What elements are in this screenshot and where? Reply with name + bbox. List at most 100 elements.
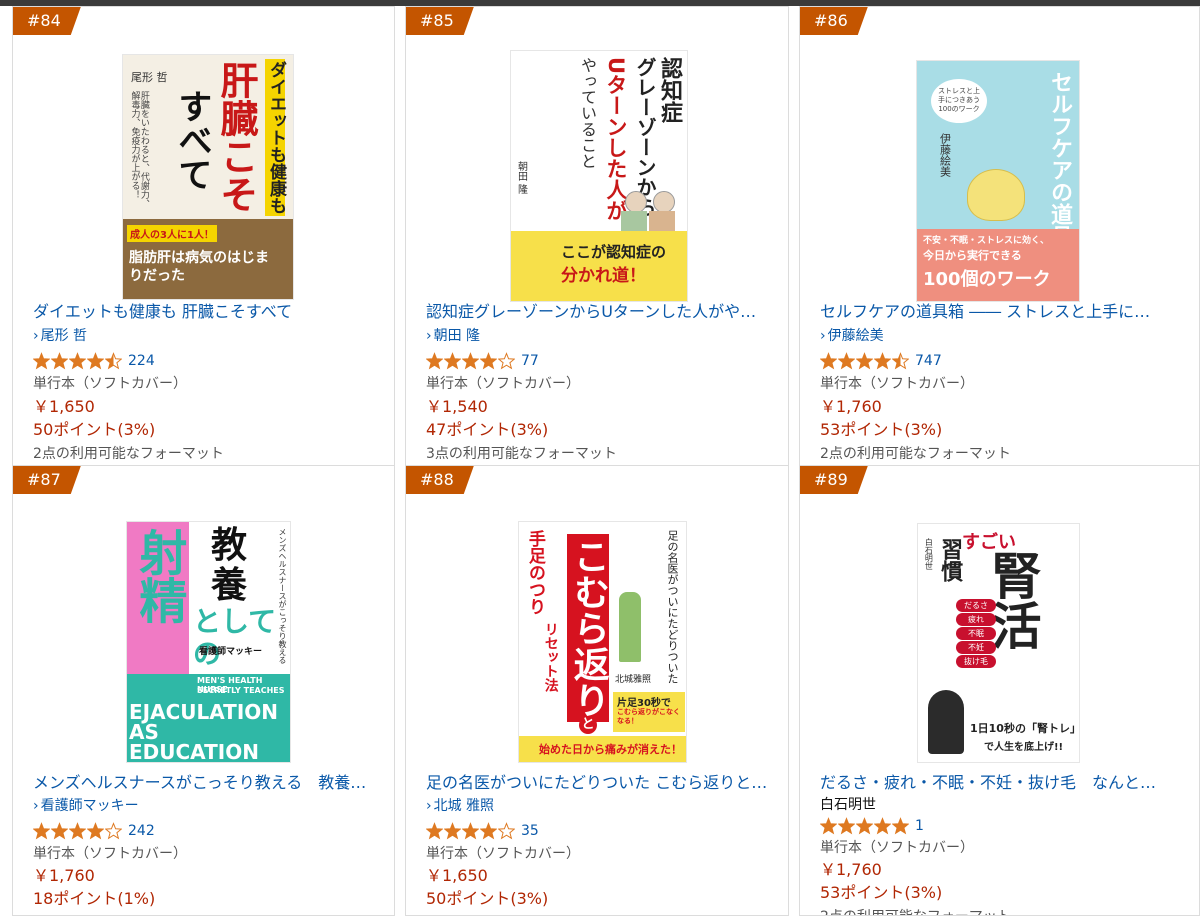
cover-author: 伊藤絵美 [938, 133, 952, 177]
cover-author: 朝田 隆 [515, 161, 527, 195]
cover-illustration [619, 592, 641, 662]
star-rating[interactable]: 77 [426, 351, 539, 371]
book-card[interactable]: #87 射精 教養 としての メンズヘルスナースがこっそり教える 看護師マッキー… [12, 465, 395, 916]
cover-bottom-b: で人生を底上げ!! [984, 742, 1064, 753]
book-card[interactable]: #85 認知症 グレーゾーンから Uターンした人が やっていること 朝田 隆 こ… [405, 6, 789, 467]
book-title-link[interactable]: 足の名医がついにたどりついた こむら返りと… [426, 772, 774, 794]
cover-en-b: SECRETLY TEACHES [197, 686, 285, 695]
author-name: 白石明世 [820, 797, 876, 813]
review-count[interactable]: 77 [521, 353, 539, 369]
book-cover[interactable]: こむら返り と 手足のつり リセット法 足の名医がついにたどりついた 北城雅照 … [519, 522, 686, 762]
book-format-link[interactable]: 単行本（ソフトカバー） [426, 374, 580, 394]
cover-author: 看護師マッキー [199, 647, 263, 657]
rank-badge: #85 [406, 7, 474, 35]
price-link[interactable]: ￥1,650 [33, 396, 95, 418]
star-icon [105, 352, 122, 370]
review-count[interactable]: 242 [128, 823, 155, 839]
cover-bottom-a: 1日10秒の「腎トレ」 [970, 722, 1079, 735]
star-icon [874, 352, 891, 370]
star-icon [874, 817, 891, 835]
cover-band-a: 成人の3人に1人！ [127, 225, 217, 242]
author-name: 伊藤絵美 [827, 328, 884, 344]
cover-band-c: 100個のワーク [923, 269, 1051, 290]
book-format-link[interactable]: 単行本（ソフトカバー） [33, 844, 187, 864]
star-icon [498, 822, 515, 840]
book-title-link[interactable]: 認知症グレーゾーンからUターンした人がや… [426, 301, 774, 323]
cover-band-a: 片足30秒で [617, 698, 671, 709]
cover-shukan: 習慣 [937, 538, 963, 582]
book-title-link[interactable]: だるさ・疲れ・不眠・不妊・抜け毛 なんと… [820, 772, 1185, 794]
cover-band-a: 不安・不眠・ストレスに効く、 [923, 236, 1050, 246]
formats-available-link[interactable]: 2点の利用可能なフォーマット [820, 907, 1011, 915]
author-name: 尾形 哲 [40, 328, 88, 344]
author-link[interactable]: › 伊藤絵美 [820, 326, 884, 346]
star-rating[interactable]: 1 [820, 816, 924, 836]
book-cover[interactable]: 尾形 哲 ダイエットも健康も 肝臓こそ すべて 肝臓をいたわると、代謝力、解毒力… [123, 55, 293, 299]
book-title-link[interactable]: メンズヘルスナースがこっそり教える 教養… [33, 772, 380, 794]
book-format-link[interactable]: 単行本（ソフトカバー） [33, 374, 187, 394]
star-rating[interactable]: 242 [33, 821, 155, 841]
review-count[interactable]: 224 [128, 353, 155, 369]
book-cover[interactable]: ストレスと上手につきあう100のワーク セルフケアの道具箱 伊藤絵美 不安・不眠… [917, 61, 1079, 301]
rank-badge: #89 [800, 466, 868, 494]
cover-illustration [619, 191, 679, 231]
cover-author: 尾形 哲 [131, 71, 168, 84]
cover-headline-c: すべて [172, 89, 212, 191]
book-format-link[interactable]: 単行本（ソフトカバー） [820, 374, 974, 394]
star-icon [820, 817, 837, 835]
author-arrow-icon: › [33, 798, 39, 814]
formats-available-link[interactable]: 3点の利用可能なフォーマット [426, 444, 617, 464]
review-count[interactable]: 35 [521, 823, 539, 839]
star-rating[interactable]: 35 [426, 821, 539, 841]
book-cover[interactable]: 認知症 グレーゾーンから Uターンした人が やっていること 朝田 隆 ここが認知… [511, 51, 687, 301]
author-name: 北城 雅照 [433, 798, 495, 814]
book-card[interactable]: #84 尾形 哲 ダイエットも健康も 肝臓こそ すべて 肝臓をいたわると、代謝力… [12, 6, 395, 467]
book-title-link[interactable]: ダイエットも健康も 肝臓こそすべて [33, 301, 380, 323]
author-link[interactable]: › 看護師マッキー [33, 796, 139, 816]
formats-available-link[interactable]: 2点の利用可能なフォーマット [820, 444, 1011, 464]
star-rating[interactable]: 747 [820, 351, 942, 371]
cover-band-b: 分かれ道！ [561, 266, 646, 286]
star-icon [426, 352, 443, 370]
star-icon [33, 822, 50, 840]
price-link[interactable]: ￥1,540 [426, 396, 488, 418]
cover-band-b: 脂肪肝は病気のはじまりだった [129, 250, 269, 284]
cover-sub-a: 手足のつり [524, 530, 545, 615]
book-format-link[interactable]: 単行本（ソフトカバー） [426, 844, 580, 864]
formats-available-link[interactable]: 2点の利用可能なフォーマット [33, 444, 224, 464]
cover-small: メンズヘルスナースがこっそり教える [278, 528, 287, 664]
book-title-link[interactable]: セルフケアの道具箱 ―― ストレスと上手に… [820, 301, 1185, 323]
cover-kw-d: 不妊 [956, 641, 996, 654]
star-icon [105, 822, 122, 840]
price-link[interactable]: ￥1,760 [820, 859, 882, 881]
price-link[interactable]: ￥1,760 [33, 865, 95, 887]
author-link[interactable]: › 尾形 哲 [33, 326, 87, 346]
price-link[interactable]: ￥1,650 [426, 865, 488, 887]
cover-bubble: ストレスと上手につきあう100のワーク [931, 79, 987, 123]
cover-portrait [928, 690, 964, 754]
star-icon [444, 352, 461, 370]
cover-kw-c: 不眠 [956, 627, 996, 640]
author-link[interactable]: › 北城 雅照 [426, 796, 494, 816]
book-card[interactable]: #88 こむら返り と 手足のつり リセット法 足の名医がついにたどりついた 北… [405, 465, 789, 916]
book-format-link[interactable]: 単行本（ソフトカバー） [820, 838, 974, 858]
review-count[interactable]: 747 [915, 353, 942, 369]
star-icon [444, 822, 461, 840]
book-cover[interactable]: すごい 腎活 習慣 だるさ 疲れ 不眠 不妊 抜け毛 白石明世 1日10秒の「腎… [918, 524, 1079, 762]
author-link[interactable]: › 朝田 隆 [426, 326, 480, 346]
cover-side: 足の名医がついにたどりついた [666, 530, 679, 684]
book-card[interactable]: #89 すごい 腎活 習慣 だるさ 疲れ 不眠 不妊 抜け毛 白石明世 1日10… [799, 465, 1200, 916]
points: 47ポイント(3%) [426, 420, 549, 439]
points: 53ポイント(3%) [820, 883, 943, 902]
stars [820, 352, 909, 370]
book-cover[interactable]: 射精 教養 としての メンズヘルスナースがこっそり教える 看護師マッキー MEN… [127, 522, 290, 762]
cover-kw-a: だるさ [956, 599, 996, 612]
price-link[interactable]: ￥1,760 [820, 396, 882, 418]
star-icon [33, 352, 50, 370]
cover-band-b: 今日から実行できる [923, 249, 1022, 262]
author-name: 朝田 隆 [433, 328, 481, 344]
review-count[interactable]: 1 [915, 818, 924, 834]
cover-headline-b: 肝臓こそ [214, 61, 258, 213]
book-card[interactable]: #86 ストレスと上手につきあう100のワーク セルフケアの道具箱 伊藤絵美 不… [799, 6, 1200, 467]
star-rating[interactable]: 224 [33, 351, 155, 371]
